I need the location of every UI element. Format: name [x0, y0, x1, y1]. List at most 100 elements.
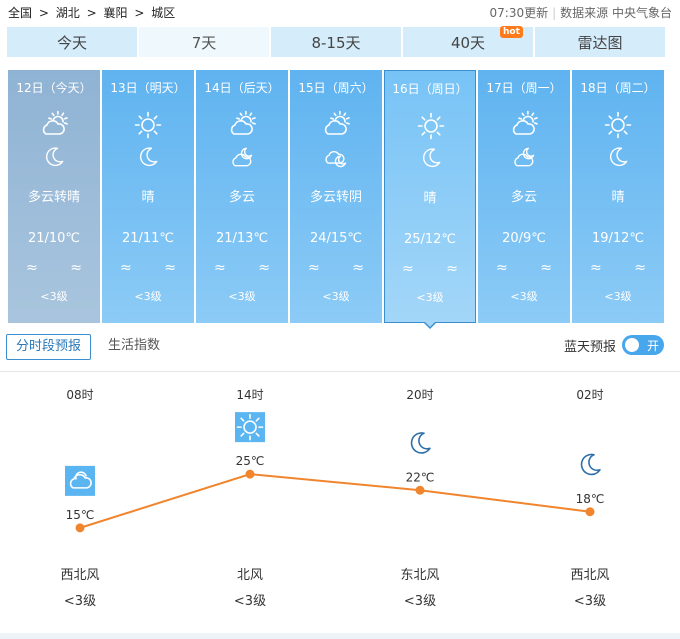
sun-icon: [416, 111, 446, 141]
day-weather-desc: 多云转晴: [27, 190, 80, 205]
day-date: 18日（周二）: [580, 81, 656, 95]
hour-wind-direction: 东北风: [400, 568, 439, 583]
tab-label: 8-15天: [311, 33, 361, 52]
hour-wind-direction: 北风: [237, 568, 263, 583]
hour-temperature: 25℃: [236, 454, 265, 468]
breadcrumb-separator: >: [38, 6, 49, 20]
day-card[interactable]: 12日（今天） 多云转晴 21/10℃ ≈ ≈ <3级: [8, 70, 100, 323]
partly-cloudy-sun-icon: [227, 110, 257, 140]
day-weather-desc: 晴: [423, 191, 437, 206]
day-card[interactable]: 13日（明天） 晴 21/11℃ ≈ ≈ <3级: [102, 70, 194, 323]
tab-label: 雷达图: [577, 33, 623, 52]
breadcrumb-separator: >: [86, 6, 97, 20]
temperature-point: [245, 469, 255, 479]
hour-label: 08时: [66, 388, 93, 402]
temperature-point: [75, 523, 85, 533]
day-date: 14日（后天）: [204, 81, 280, 95]
temperature-point: [585, 507, 595, 517]
hour-label: 20时: [406, 388, 433, 402]
day-temperature: 24/15℃: [309, 231, 363, 246]
day-wind-level: <3级: [510, 290, 538, 303]
day-temperature: 21/10℃: [27, 231, 81, 246]
hour-wind-level: <3级: [404, 594, 436, 609]
day-card[interactable]: 18日（周二） 晴 19/12℃ ≈ ≈ <3级: [572, 70, 664, 323]
blue-sky-forecast: 蓝天预报 开: [564, 335, 664, 355]
bottom-border: [0, 633, 680, 639]
tab-7-days[interactable]: 7天: [139, 27, 269, 57]
tab-label: 40天: [450, 33, 486, 52]
day-temperature: 19/12℃: [591, 231, 645, 246]
detail-subtabs: 分时段预报 生活指数: [6, 334, 177, 360]
subtab-life-index[interactable]: 生活指数: [99, 334, 169, 360]
partly-cloudy-sun-icon: [321, 110, 351, 140]
hour-temperature: 22℃: [406, 470, 435, 484]
wind-direction-icon: ≈ ≈: [308, 260, 378, 276]
day-temperature: 21/13℃: [215, 231, 269, 246]
day-wind-level: <3级: [40, 290, 68, 303]
update-time: 07:30更新: [489, 6, 549, 20]
tab-today[interactable]: 今天: [7, 27, 137, 57]
wind-direction-icon: ≈ ≈: [496, 260, 566, 276]
day-wind-level: <3级: [322, 290, 350, 303]
toggle-knob: [625, 338, 639, 352]
moon-icon: [418, 145, 444, 171]
hour-wind-level: <3级: [64, 594, 96, 609]
day-weather-desc: 多云: [510, 190, 537, 205]
hour-wind-direction: 西北风: [570, 568, 609, 583]
blue-sky-toggle[interactable]: 开: [622, 335, 664, 355]
breadcrumb: 全国 > 湖北 > 襄阳 > 城区: [8, 4, 178, 21]
selected-day-pointer: [423, 321, 437, 329]
cloud-icon: [65, 465, 95, 496]
tab-8-15-days[interactable]: 8-15天: [271, 27, 401, 57]
sun-icon: [603, 110, 633, 140]
day-weather-desc: 晴: [141, 190, 155, 205]
breadcrumb-province[interactable]: 湖北: [56, 6, 80, 20]
toggle-label: 开: [646, 339, 659, 353]
forecast-tabs: 今天 7天 8-15天 40天 hot 雷达图: [7, 26, 665, 57]
partly-cloudy-moon-icon: [511, 144, 537, 170]
moon-icon: [41, 144, 67, 170]
update-meta: 07:30更新 | 数据来源 中央气象台: [490, 4, 672, 21]
day-date: 12日（今天）: [16, 81, 92, 95]
wind-direction-icon: ≈ ≈: [120, 260, 190, 276]
hour-temperature: 18℃: [576, 492, 605, 506]
data-source: 数据来源 中央气象台: [560, 6, 672, 20]
sun-icon: [235, 412, 265, 443]
hour-temperature: 15℃: [66, 508, 95, 522]
moon-icon: [605, 144, 631, 170]
breadcrumb-city[interactable]: 襄阳: [103, 6, 127, 20]
sun-icon: [133, 110, 163, 140]
meta-divider: |: [552, 6, 557, 20]
moon-icon: [580, 453, 601, 476]
day-date: 13日（明天）: [110, 81, 186, 95]
temperature-point: [415, 485, 425, 495]
day-wind-level: <3级: [134, 290, 162, 303]
day-temperature: 21/11℃: [121, 231, 175, 246]
day-wind-level: <3级: [416, 291, 444, 304]
day-card[interactable]: 14日（后天） 多云 21/13℃ ≈ ≈ <3级: [196, 70, 288, 323]
top-bar: 全国 > 湖北 > 襄阳 > 城区 07:30更新 | 数据来源 中央气象台: [0, 0, 680, 24]
hour-label: 14时: [236, 388, 263, 402]
partly-cloudy-moon-icon: [229, 144, 255, 170]
hour-wind-level: <3级: [574, 594, 606, 609]
moon-icon: [135, 144, 161, 170]
moon-icon: [410, 432, 431, 454]
subtab-hourly-forecast[interactable]: 分时段预报: [6, 334, 92, 360]
breadcrumb-separator: >: [134, 6, 145, 20]
day-weather-desc: 多云转阴: [309, 190, 362, 205]
day-card[interactable]: 17日（周一） 多云 20/9℃ ≈ ≈ <3级: [478, 70, 570, 323]
day-card[interactable]: 16日（周日） 晴 25/12℃ ≈ ≈ <3级: [384, 70, 476, 323]
day-weather-desc: 多云: [228, 190, 255, 205]
tab-label: 今天: [56, 33, 87, 52]
day-card[interactable]: 15日（周六） 多云转阴 24/15℃ ≈ ≈ <3级: [290, 70, 382, 323]
wind-direction-icon: ≈ ≈: [214, 260, 284, 276]
breadcrumb-district[interactable]: 城区: [151, 6, 175, 20]
wind-direction-icon: ≈ ≈: [590, 260, 660, 276]
wind-direction-icon: ≈ ≈: [26, 260, 96, 276]
tab-40-days[interactable]: 40天 hot: [403, 26, 533, 57]
cloud-moon-icon: [323, 144, 349, 170]
temperature-line: [79, 473, 591, 529]
tab-radar[interactable]: 雷达图: [535, 27, 665, 57]
breadcrumb-national[interactable]: 全国: [8, 6, 32, 20]
day-date: 17日（周一）: [486, 81, 562, 95]
